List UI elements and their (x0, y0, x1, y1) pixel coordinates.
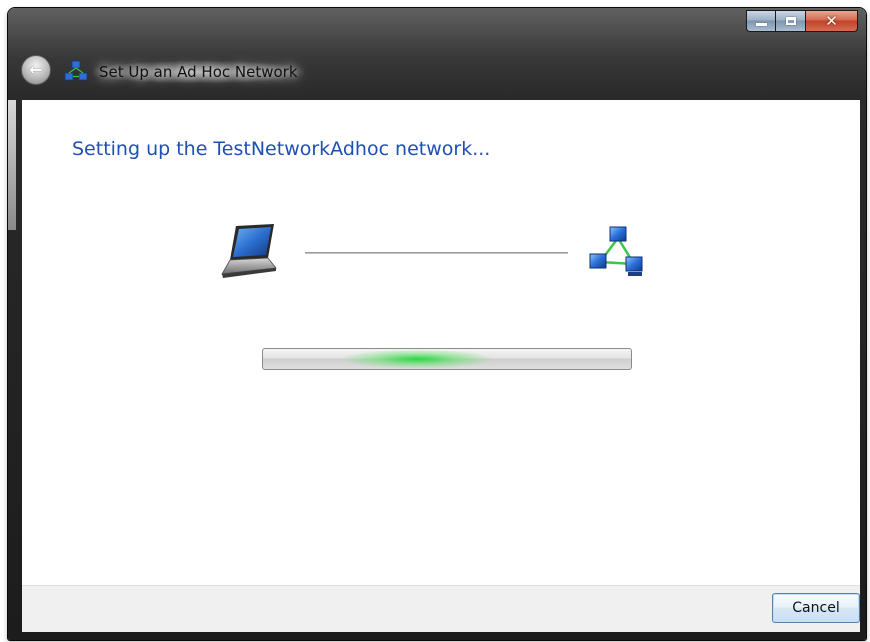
back-arrow-icon: ← (29, 60, 43, 79)
network-icon (64, 60, 88, 81)
title-bar[interactable]: ✕ ← Set Up an Ad Hoc Network (8, 8, 866, 100)
title-bar-sheen (8, 8, 866, 58)
maximize-button[interactable] (776, 10, 806, 32)
close-icon: ✕ (825, 11, 838, 30)
wizard-content: Setting up the TestNetworkAdhoc network.… (22, 100, 860, 632)
back-button[interactable]: ← (21, 55, 51, 85)
window-title: Set Up an Ad Hoc Network (93, 61, 304, 83)
network-icon (589, 226, 643, 276)
progress-glow (340, 349, 495, 369)
page-heading: Setting up the TestNetworkAdhoc network.… (72, 138, 491, 160)
maximize-icon (785, 17, 796, 25)
minimize-icon (755, 23, 767, 26)
wizard-footer: Cancel (22, 585, 860, 632)
caption-buttons: ✕ (746, 10, 858, 32)
minimize-button[interactable] (746, 10, 776, 32)
window-edge-highlight (8, 100, 16, 230)
close-button[interactable]: ✕ (806, 10, 858, 32)
wizard-window: ✕ ← Set Up an Ad Hoc Network Setting up … (8, 8, 866, 640)
cancel-button[interactable]: Cancel (772, 593, 860, 623)
connection-line (305, 252, 568, 254)
progress-bar (262, 348, 632, 370)
laptop-icon (221, 224, 277, 278)
